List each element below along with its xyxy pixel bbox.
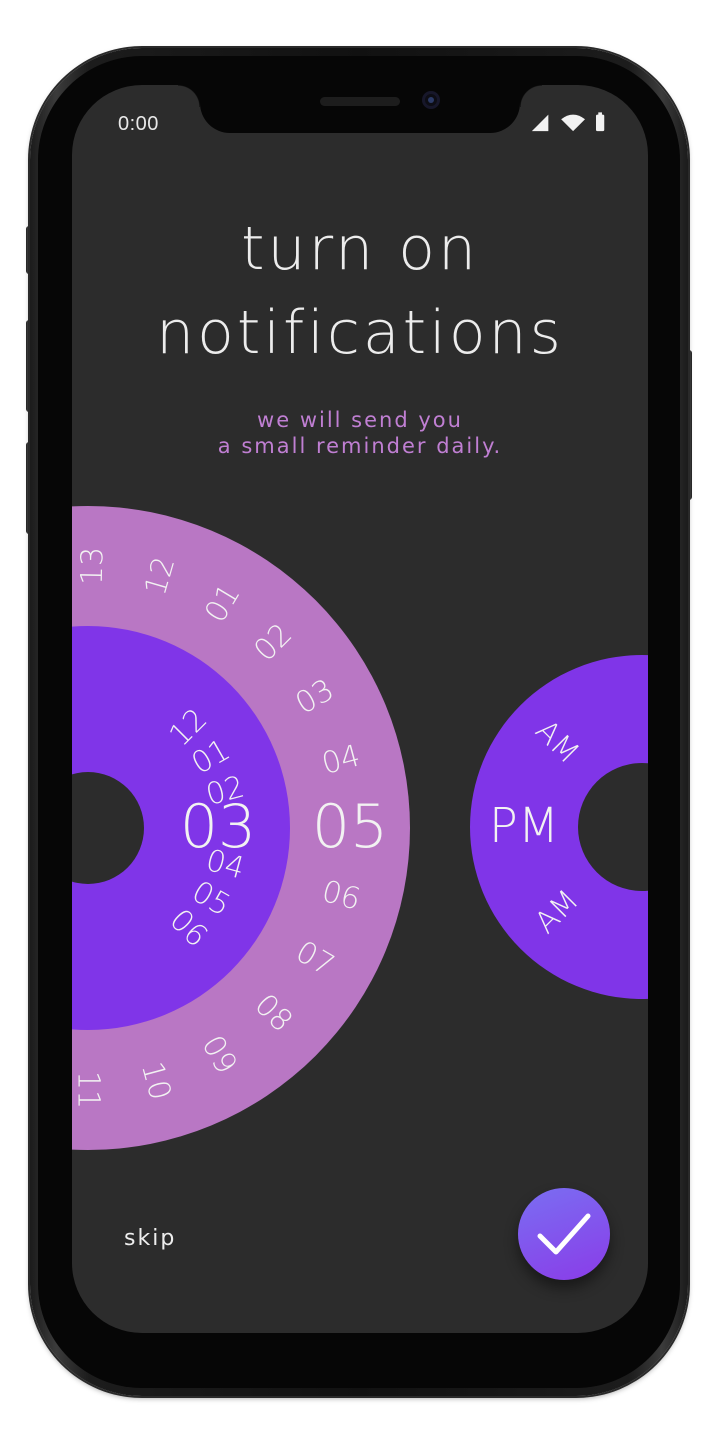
signal-icon — [531, 114, 549, 132]
title-line-1: turn on — [240, 214, 479, 284]
subtitle-line-1: we will send you — [257, 408, 463, 432]
status-icons — [531, 112, 605, 132]
minute-selected[interactable]: 05 — [312, 792, 388, 862]
confirm-button[interactable] — [518, 1188, 610, 1280]
subtitle: we will send you a small reminder daily. — [72, 407, 648, 459]
status-time: 0:00 — [118, 113, 159, 135]
front-camera — [422, 91, 440, 109]
hour-selected[interactable]: 03 — [180, 792, 256, 862]
wifi-icon — [561, 114, 585, 132]
app-screen: 13 12 01 02 03 04 06 07 08 09 10 11 12 01 02 04 05 06 AM… — [72, 85, 648, 1333]
battery-cap — [598, 112, 602, 116]
minute-wheel-label[interactable]: 13 — [75, 547, 111, 586]
notch — [178, 85, 542, 133]
speaker-grille — [320, 97, 400, 106]
battery-icon — [596, 114, 605, 132]
page-title: turn on notifications — [72, 207, 648, 375]
skip-button[interactable]: skip — [124, 1226, 176, 1251]
subtitle-line-2: a small reminder daily. — [217, 434, 503, 458]
ampm-selected[interactable]: PM — [489, 798, 559, 854]
minute-wheel-label[interactable]: 11 — [72, 1071, 106, 1109]
checkmark-icon — [537, 1213, 591, 1255]
device-mockup: 13 12 01 02 03 04 06 07 08 09 10 11 12 01 02 04 05 06 AM… — [0, 0, 718, 1443]
title-line-2: notifications — [156, 298, 564, 368]
